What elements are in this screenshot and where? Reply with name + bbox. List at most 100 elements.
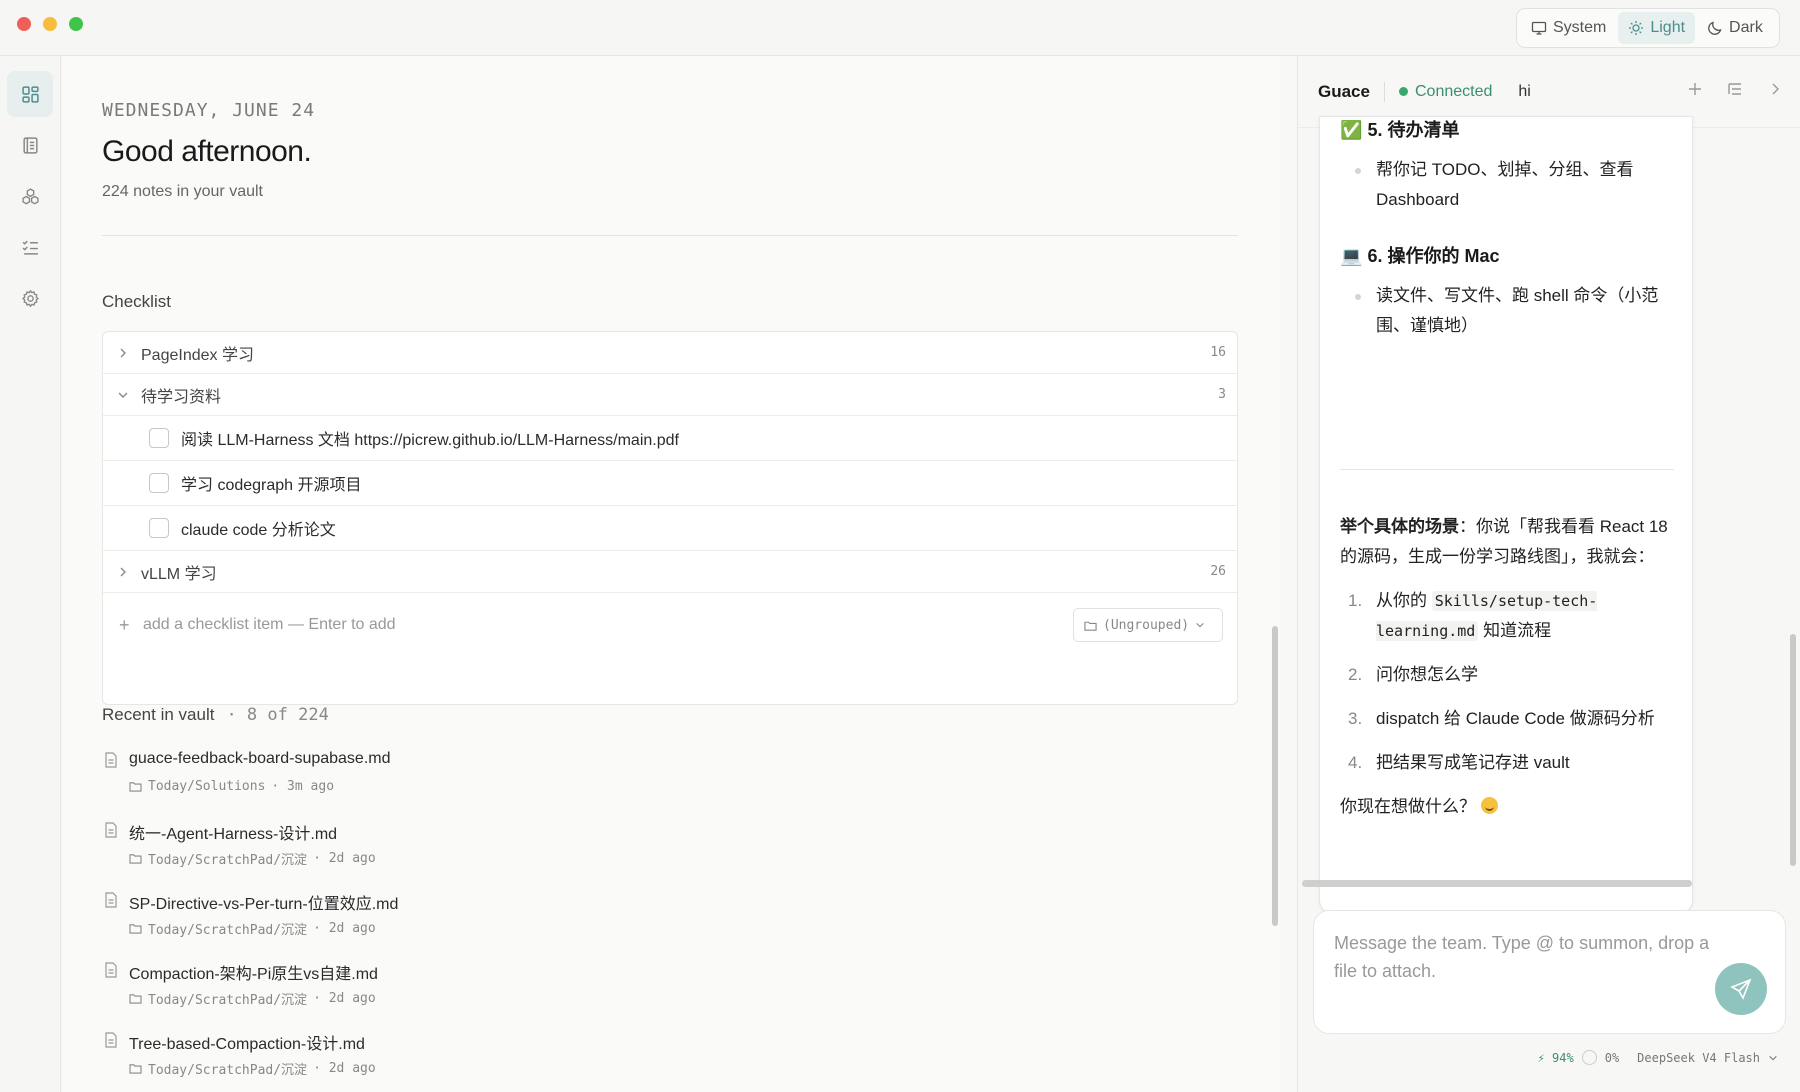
rail-dashboard-button[interactable] — [7, 71, 53, 117]
model-selector[interactable]: DeepSeek V4 Flash — [1637, 1051, 1760, 1065]
monitor-icon — [1531, 21, 1547, 35]
message-bullet: 读文件、写文件、跑 shell 命令（小范围、谨慎地） — [1340, 281, 1680, 341]
checklist-group-count: 16 — [1210, 345, 1226, 360]
checklist-group-label: PageIndex 学习 — [141, 346, 254, 364]
message-section-todo: ✅ 5. 待办清单 帮你记 TODO、划掉、分组、查看 Dashboard — [1340, 115, 1680, 215]
recent-note[interactable]: Compaction-架构-Pi原生vs自建.md Today/ScratchP… — [102, 956, 1002, 1026]
divider — [1383, 81, 1385, 102]
note-meta: Today/Solutions · 3m ago — [129, 779, 334, 794]
document-icon — [104, 752, 118, 768]
theme-system-button[interactable]: System — [1521, 12, 1616, 44]
checklist-checkbox[interactable] — [149, 473, 169, 493]
recent-notes-list: guace-feedback-board-supabase.md Today/S… — [102, 746, 1002, 1092]
theme-switcher: System Light Dark — [1516, 8, 1780, 48]
send-icon — [1730, 978, 1752, 1000]
theme-system-label: System — [1553, 19, 1607, 36]
checklist-item-label[interactable]: 阅读 LLM-Harness 文档 https://picrew.github.… — [181, 426, 679, 450]
connection-status: Connected — [1414, 82, 1493, 100]
checklist-title: Checklist — [102, 292, 171, 311]
note-age: · 2d ago — [313, 1061, 376, 1076]
title-bar: System Light Dark — [0, 0, 1800, 56]
message-input[interactable] — [1334, 929, 1714, 1009]
session-title[interactable]: hi — [1518, 83, 1530, 101]
zoom-window-button[interactable] — [69, 17, 83, 31]
list-tree-icon[interactable] — [1726, 80, 1744, 98]
document-icon — [104, 822, 118, 838]
theme-dark-label: Dark — [1729, 19, 1763, 36]
greeting-title: Good afternoon. — [102, 135, 312, 168]
recent-heading: Recent in vault · 8 of 224 — [102, 705, 329, 725]
note-folder: Today/Solutions — [148, 779, 266, 794]
step-item: 3. dispatch 给 Claude Code 做源码分析 — [1348, 709, 1655, 728]
group-select[interactable]: (Ungrouped) — [1073, 608, 1223, 642]
checklist-group-pageindex[interactable]: PageIndex 学习 16 — [103, 332, 1237, 374]
battery-indicator: ⚡ 94% — [1537, 1050, 1574, 1065]
checklist-group-vllm[interactable]: vLLM 学习 26 — [103, 551, 1237, 593]
plus-icon: + — [119, 614, 130, 635]
step-item: 1. 从你的 Skills/setup-tech-learning.md 知道流程 — [1348, 591, 1598, 641]
recent-note[interactable]: SP-Directive-vs-Per-turn-位置效应.md Today/S… — [102, 886, 1002, 956]
theme-light-button[interactable]: Light — [1618, 12, 1696, 44]
note-folder: Today/ScratchPad/沉淀 — [148, 853, 308, 868]
rail-settings-button[interactable] — [7, 275, 53, 321]
chevron-right-icon — [117, 347, 133, 359]
chevron-right-icon[interactable] — [1766, 80, 1784, 98]
add-checklist-input[interactable]: add a checklist item — Enter to add — [143, 616, 396, 634]
checklist-checkbox[interactable] — [149, 428, 169, 448]
cubes-icon — [21, 187, 39, 204]
note-age: · 2d ago — [313, 921, 376, 936]
scenario-text: 举个具体的场景：你说「帮我看看 React 18 的源码，生成一份学习路线图」，… — [1340, 517, 1668, 566]
rail-checklist-button[interactable] — [7, 224, 53, 270]
divider — [102, 235, 1238, 236]
note-folder: Today/ScratchPad/沉淀 — [148, 993, 308, 1008]
checklist-item-label[interactable]: 学习 codegraph 开源项目 — [181, 471, 362, 495]
note-title: 统一-Agent-Harness-设计.md — [129, 826, 338, 843]
usage-percent: 0% — [1604, 1050, 1620, 1065]
chat-scrollbar[interactable] — [1790, 634, 1796, 866]
sun-icon — [1629, 21, 1644, 35]
vault-note-count: 224 notes in your vault — [102, 183, 263, 200]
add-checklist-row: + add a checklist item — Enter to add (U… — [103, 594, 1237, 656]
checklist-group-count: 3 — [1218, 387, 1226, 402]
document-icon — [104, 892, 118, 908]
recent-note[interactable]: 统一-Agent-Harness-设计.md Today/ScratchPad/… — [102, 816, 1002, 886]
rail-skills-button[interactable] — [7, 173, 53, 219]
folder-icon — [129, 782, 142, 792]
chevron-down-icon — [117, 389, 133, 401]
date-heading: WEDNESDAY, JUNE 24 — [102, 100, 316, 121]
note-folder: Today/ScratchPad/沉淀 — [148, 1063, 308, 1078]
checklist-group-to-study[interactable]: 待学习资料 3 — [103, 374, 1237, 416]
minimize-window-button[interactable] — [43, 17, 57, 31]
send-button[interactable] — [1715, 963, 1767, 1015]
checklist-item-label[interactable]: claude code 分析论文 — [181, 516, 336, 540]
note-title: Tree-based-Compaction-设计.md — [129, 1036, 365, 1053]
checklist-group-label: vLLM 学习 — [141, 565, 217, 583]
main-scrollbar[interactable] — [1272, 626, 1278, 926]
message-horizontal-scrollbar[interactable] — [1302, 880, 1692, 887]
recent-note[interactable]: guace-feedback-board-supabase.md Today/S… — [102, 746, 1002, 816]
note-meta: Today/ScratchPad/沉淀 · 2d ago — [129, 989, 376, 1008]
list-check-icon — [22, 240, 38, 255]
status-dot — [1398, 87, 1408, 96]
document-icon — [104, 962, 118, 978]
message-heading: ✅ 5. 待办清单 — [1340, 120, 1460, 140]
theme-dark-button[interactable]: Dark — [1697, 12, 1773, 44]
close-window-button[interactable] — [17, 17, 31, 31]
gear-icon — [21, 289, 39, 307]
checklist-checkbox[interactable] — [149, 518, 169, 538]
step-item: 4. 把结果写成笔记存进 vault — [1348, 753, 1570, 772]
checklist-group-count: 26 — [1210, 564, 1226, 579]
recent-note[interactable]: Tree-based-Compaction-设计.md Today/Scratc… — [102, 1026, 1002, 1092]
chevron-down-icon — [1769, 1055, 1777, 1060]
note-age: · 2d ago — [313, 991, 376, 1006]
message-bullet: 帮你记 TODO、划掉、分组、查看 Dashboard — [1340, 155, 1680, 215]
grid-icon — [21, 85, 39, 103]
plus-icon[interactable] — [1686, 80, 1704, 98]
laptop-emoji-icon: 💻 — [1340, 246, 1363, 266]
check-emoji-icon: ✅ — [1340, 120, 1363, 140]
note-title: Compaction-架构-Pi原生vs自建.md — [129, 966, 378, 983]
agent-name: Guace — [1318, 81, 1370, 101]
notebook-icon — [22, 136, 38, 154]
rail-notes-button[interactable] — [7, 122, 53, 168]
checklist-item: 阅读 LLM-Harness 文档 https://picrew.github.… — [103, 416, 1237, 461]
